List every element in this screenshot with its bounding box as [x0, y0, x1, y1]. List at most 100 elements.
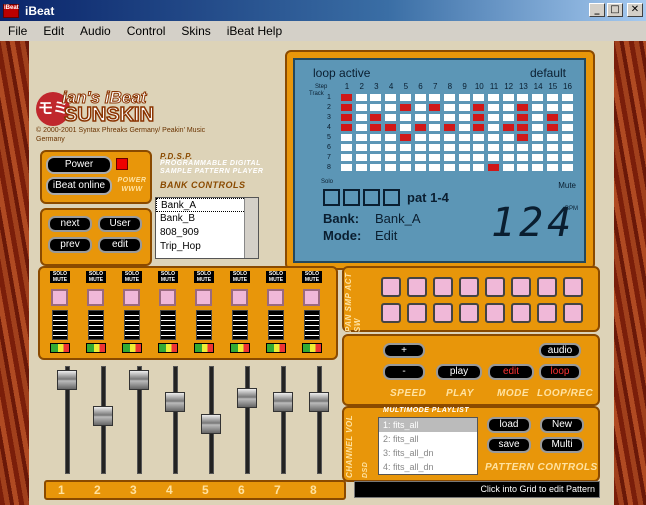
menu-audio[interactable]: Audio — [72, 24, 119, 38]
grid-cell[interactable] — [399, 94, 411, 101]
grid-cell[interactable] — [546, 134, 558, 141]
grid-cell[interactable] — [341, 114, 352, 121]
grid-cell[interactable] — [355, 144, 367, 151]
menu-help[interactable]: iBeat Help — [219, 24, 290, 38]
mute-text[interactable]: MUTE — [230, 277, 250, 283]
grid-cell[interactable] — [546, 124, 558, 131]
solo-mute-label[interactable]: SOLO MUTE — [86, 271, 106, 283]
list-item[interactable]: Trip_Hop — [156, 240, 258, 254]
grid-cell[interactable] — [341, 134, 352, 141]
grid-cell[interactable] — [443, 154, 455, 161]
grid-cell[interactable] — [385, 104, 397, 111]
grid-cell[interactable] — [399, 124, 411, 131]
list-item[interactable]: Bank_B — [156, 212, 258, 226]
sample-pad[interactable] — [511, 277, 531, 297]
volume-fader[interactable] — [237, 388, 257, 408]
grid-cell[interactable] — [546, 114, 558, 121]
grid-cell[interactable] — [488, 154, 499, 161]
sample-pad[interactable] — [537, 303, 557, 323]
loop-button[interactable]: loop — [539, 364, 581, 380]
grid-cell[interactable] — [429, 104, 441, 111]
mute-text[interactable]: MUTE — [50, 277, 70, 283]
grid-cell[interactable] — [429, 124, 441, 131]
grid-cell[interactable] — [370, 104, 382, 111]
grid-cell[interactable] — [414, 164, 426, 171]
grid-cell[interactable] — [532, 144, 544, 151]
mute-text[interactable]: MUTE — [86, 277, 106, 283]
grid-cell[interactable] — [502, 134, 514, 141]
solo-mute-label[interactable]: SOLO MUTE — [266, 271, 286, 283]
grid-cell[interactable] — [561, 104, 573, 111]
grid-cell[interactable] — [458, 114, 470, 121]
close-button[interactable]: ✕ — [627, 3, 643, 17]
grid-cell[interactable] — [370, 114, 382, 121]
grid-cell[interactable] — [488, 144, 499, 151]
grid-cell[interactable] — [517, 164, 529, 171]
grid-cell[interactable] — [385, 164, 397, 171]
list-item[interactable]: 808_909 — [156, 226, 258, 240]
load-button[interactable]: load — [487, 417, 531, 433]
grid-cell[interactable] — [370, 144, 382, 151]
grid-cell[interactable] — [561, 124, 573, 131]
solo-mute-label[interactable]: SOLO MUTE — [158, 271, 178, 283]
grid-cell[interactable] — [341, 94, 352, 101]
grid-cell[interactable] — [517, 144, 529, 151]
grid-cell[interactable] — [443, 114, 455, 121]
volume-fader[interactable] — [273, 392, 293, 413]
grid-cell[interactable] — [517, 114, 529, 121]
grid-cell[interactable] — [517, 104, 529, 111]
list-item[interactable]: 1: fits_all — [379, 418, 477, 432]
playlist[interactable]: 1: fits_all 2: fits_all 3: fits_all_dn 4… — [378, 417, 478, 475]
new-button[interactable]: New — [540, 417, 584, 433]
grid-cell[interactable] — [429, 134, 441, 141]
grid-cell[interactable] — [473, 104, 485, 111]
sample-pad[interactable] — [381, 277, 401, 297]
grid-cell[interactable] — [414, 104, 426, 111]
save-button[interactable]: save — [487, 437, 531, 453]
grid-cell[interactable] — [488, 114, 499, 121]
pattern-slot[interactable] — [383, 189, 400, 206]
grid-cell[interactable] — [355, 134, 367, 141]
grid-cell[interactable] — [532, 154, 544, 161]
pattern-slot[interactable] — [363, 189, 380, 206]
sample-pad[interactable] — [485, 277, 505, 297]
grid-cell[interactable] — [561, 144, 573, 151]
grid-cell[interactable] — [385, 144, 397, 151]
grid-cell[interactable] — [502, 154, 514, 161]
grid-cell[interactable] — [517, 154, 529, 161]
volume-fader[interactable] — [129, 370, 149, 391]
grid-cell[interactable] — [473, 94, 485, 101]
grid-cell[interactable] — [355, 154, 367, 161]
grid-cell[interactable] — [370, 164, 382, 171]
solo-mute-label[interactable]: SOLO MUTE — [194, 271, 214, 283]
mute-text[interactable]: MUTE — [266, 277, 286, 283]
grid-cell[interactable] — [414, 154, 426, 161]
sample-pad[interactable] — [537, 277, 557, 297]
channel-pad[interactable] — [195, 289, 212, 306]
prev-button[interactable]: prev — [48, 237, 92, 253]
sample-pad[interactable] — [381, 303, 401, 323]
mute-text[interactable]: MUTE — [302, 277, 322, 283]
grid-cell[interactable] — [458, 164, 470, 171]
grid-cell[interactable] — [429, 94, 441, 101]
maximize-button[interactable]: □ — [607, 3, 623, 17]
sample-pad[interactable] — [407, 303, 427, 323]
sample-pad[interactable] — [563, 277, 583, 297]
grid-cell[interactable] — [370, 124, 382, 131]
audio-button[interactable]: audio — [539, 343, 581, 358]
grid-cell[interactable] — [399, 114, 411, 121]
sample-pad[interactable] — [433, 277, 453, 297]
grid-cell[interactable] — [443, 104, 455, 111]
grid-cell[interactable] — [473, 134, 485, 141]
grid-cell[interactable] — [488, 134, 499, 141]
mute-text[interactable]: MUTE — [194, 277, 214, 283]
channel-pad[interactable] — [123, 289, 140, 306]
grid-cell[interactable] — [355, 94, 367, 101]
grid-cell[interactable] — [385, 94, 397, 101]
grid-cell[interactable] — [532, 164, 544, 171]
grid-cell[interactable] — [385, 114, 397, 121]
grid-cell[interactable] — [546, 144, 558, 151]
multi-button[interactable]: Multi — [540, 437, 584, 453]
grid-cell[interactable] — [473, 124, 485, 131]
grid-cell[interactable] — [488, 164, 499, 171]
